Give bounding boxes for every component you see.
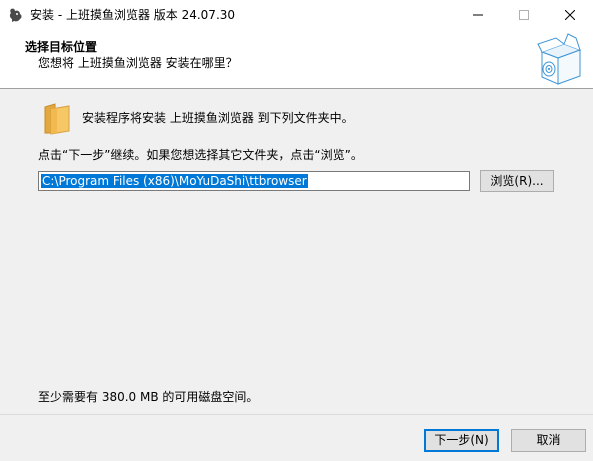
maximize-button[interactable] <box>501 0 547 30</box>
app-logo-icon <box>8 7 24 23</box>
page-subtitle: 您想将 上班摸鱼浏览器 安装在哪里？ <box>38 56 238 70</box>
disk-space-text: 至少需要有 380.0 MB 的可用磁盘空间。 <box>38 390 259 404</box>
wizard-header: 选择目标位置 您想将 上班摸鱼浏览器 安装在哪里？ <box>0 30 593 89</box>
instruction-text: 点击“下一步”继续。如果您想选择其它文件夹，点击“浏览”。 <box>38 148 363 162</box>
destination-path-input[interactable]: C:\Program Files (x86)\MoYuDaShi\ttbrows… <box>38 171 470 191</box>
page-title: 选择目标位置 <box>25 40 98 54</box>
browse-button[interactable]: 浏览(R)... <box>480 170 554 192</box>
close-icon <box>565 10 575 20</box>
maximize-icon <box>519 10 529 20</box>
minimize-button[interactable] <box>455 0 501 30</box>
cancel-button[interactable]: 取消 <box>511 429 586 452</box>
installer-window: 安装 - 上班摸鱼浏览器 版本 24.07.30 选择目标位置 您想将 上班摸鱼… <box>0 0 593 461</box>
next-button[interactable]: 下一步(N) <box>424 429 499 452</box>
close-button[interactable] <box>547 0 593 30</box>
install-box-icon <box>536 30 586 88</box>
folder-icon <box>43 103 71 135</box>
install-info-text: 安装程序将安装 上班摸鱼浏览器 到下列文件夹中。 <box>82 111 354 125</box>
title-bar[interactable]: 安装 - 上班摸鱼浏览器 版本 24.07.30 <box>0 0 593 30</box>
footer-divider <box>0 414 593 415</box>
minimize-icon <box>473 14 483 16</box>
window-title: 安装 - 上班摸鱼浏览器 版本 24.07.30 <box>30 8 236 22</box>
destination-path-value: C:\Program Files (x86)\MoYuDaShi\ttbrows… <box>41 174 308 188</box>
